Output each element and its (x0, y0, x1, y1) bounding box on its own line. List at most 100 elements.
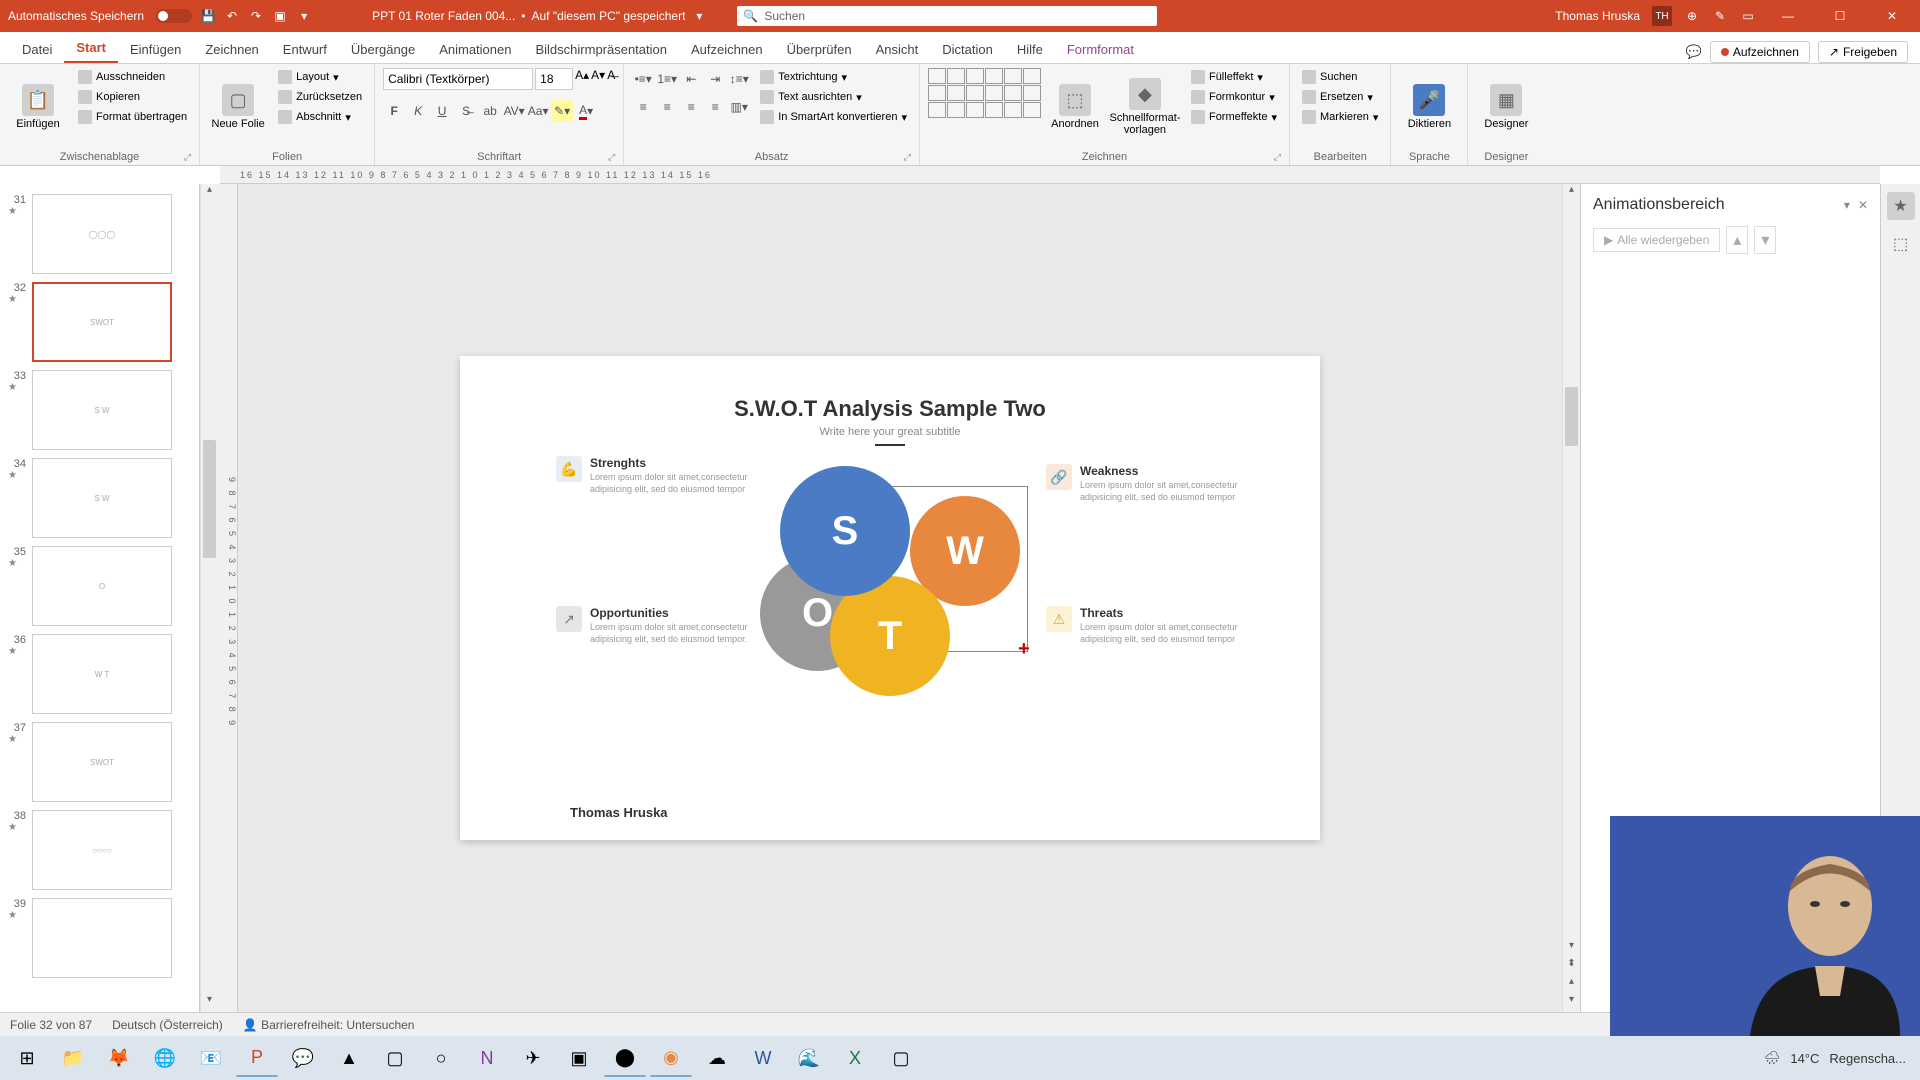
tab-uebergaenge[interactable]: Übergänge (339, 36, 427, 63)
threats-block[interactable]: ⚠ Threats Lorem ipsum dolor sit amet,con… (1080, 606, 1260, 645)
paste-button[interactable]: 📋Einfügen (8, 68, 68, 146)
replace-button[interactable]: Ersetzen ▾ (1298, 88, 1382, 106)
spacing-button[interactable]: AV▾ (503, 100, 525, 122)
strengths-block[interactable]: 💪 Strenghts Lorem ipsum dolor sit amet,c… (590, 456, 770, 495)
accessibility-checker[interactable]: 👤 Barrierefreiheit: Untersuchen (243, 1018, 415, 1032)
word-icon[interactable]: W (742, 1039, 784, 1077)
vlc-icon[interactable]: ▲ (328, 1039, 370, 1077)
indent-dec-button[interactable]: ⇤ (680, 68, 702, 90)
align-text-button[interactable]: Text ausrichten ▾ (756, 88, 911, 106)
dictate-button[interactable]: 🎤Diktieren (1399, 68, 1459, 146)
share-button[interactable]: ↗Freigeben (1818, 41, 1908, 63)
more-icon[interactable]: ▾ (296, 8, 312, 24)
app-icon-7[interactable]: ▢ (880, 1039, 922, 1077)
section-button[interactable]: Abschnitt ▾ (274, 108, 366, 126)
outlook-icon[interactable]: 📧 (190, 1039, 232, 1077)
tab-einfuegen[interactable]: Einfügen (118, 36, 193, 63)
bullets-button[interactable]: •≡▾ (632, 68, 654, 90)
weather-text[interactable]: Regenscha... (1829, 1051, 1906, 1066)
draw-launcher[interactable]: ⤢ (1274, 152, 1281, 163)
tab-entwurf[interactable]: Entwurf (271, 36, 339, 63)
format-painter-button[interactable]: Format übertragen (74, 108, 191, 126)
chrome-icon[interactable]: 🌐 (144, 1039, 186, 1077)
panel-close-icon[interactable]: ✕ (1858, 198, 1868, 212)
arrange-button[interactable]: ⬚Anordnen (1047, 68, 1103, 146)
animation-tab-icon[interactable]: ★ (1887, 192, 1915, 220)
italic-button[interactable]: K (407, 100, 429, 122)
reset-button[interactable]: Zurücksetzen (274, 88, 366, 106)
tab-hilfe[interactable]: Hilfe (1005, 36, 1055, 63)
slide-thumbnail-panel[interactable]: 31★◯◯◯ 32★SWOT 33★S W 34★S W 35★O 36★W T… (0, 184, 200, 1012)
comments-icon[interactable]: 💬 (1686, 44, 1702, 60)
designer-button[interactable]: ▦Designer (1476, 68, 1536, 146)
underline-button[interactable]: U (431, 100, 453, 122)
tab-start[interactable]: Start (64, 34, 118, 63)
thumbs-scrollbar[interactable]: ▴▾ (200, 184, 218, 1012)
text-direction-button[interactable]: Textrichtung ▾ (756, 68, 911, 86)
canvas-scrollbar[interactable]: ▴▾⬍▴▾ (1562, 184, 1580, 1012)
swot-diagram[interactable]: S W O T + (760, 466, 1020, 696)
canvas-area[interactable]: 9 8 7 6 5 4 3 2 1 0 1 2 3 4 5 6 7 8 9 S.… (218, 184, 1562, 1012)
tab-ueberpruefen[interactable]: Überprüfen (775, 36, 864, 63)
align-center-button[interactable]: ≡ (656, 96, 678, 118)
temperature[interactable]: 14°C (1790, 1051, 1819, 1066)
brush-icon[interactable]: ✎ (1712, 8, 1728, 24)
globe-icon[interactable]: ⊕ (1684, 8, 1700, 24)
autosave-toggle[interactable] (156, 9, 192, 23)
firefox-icon[interactable]: 🦊 (98, 1039, 140, 1077)
tab-bildschirmpraesentation[interactable]: Bildschirmpräsentation (523, 36, 679, 63)
bold-button[interactable]: F (383, 100, 405, 122)
chevron-down-icon[interactable]: ▾ (691, 8, 707, 24)
layout-button[interactable]: Layout ▾ (274, 68, 366, 86)
swot-s-circle[interactable]: S (780, 466, 910, 596)
shrink-font-button[interactable]: A▾ (591, 68, 605, 90)
slide-counter[interactable]: Folie 32 von 87 (10, 1018, 92, 1032)
columns-button[interactable]: ▥▾ (728, 96, 750, 118)
line-spacing-button[interactable]: ↕≡▾ (728, 68, 750, 90)
weakness-block[interactable]: 🔗 Weakness Lorem ipsum dolor sit amet,co… (1080, 464, 1260, 503)
present-icon[interactable]: ▣ (272, 8, 288, 24)
font-color-button[interactable]: A▾ (575, 100, 597, 122)
slide-subtitle[interactable]: Write here your great subtitle (520, 426, 1260, 438)
onenote-icon[interactable]: N (466, 1039, 508, 1077)
selection-tab-icon[interactable]: ⬚ (1887, 230, 1915, 258)
user-name[interactable]: Thomas Hruska (1555, 9, 1640, 23)
panel-collapse-icon[interactable]: ▾ (1844, 198, 1850, 212)
tab-ansicht[interactable]: Ansicht (864, 36, 931, 63)
strike-button[interactable]: S̶ (455, 100, 477, 122)
cut-button[interactable]: Ausschneiden (74, 68, 191, 86)
para-launcher[interactable]: ⤢ (904, 152, 911, 163)
highlight-button[interactable]: ✎▾ (551, 100, 573, 122)
shape-outline-button[interactable]: Formkontur ▾ (1187, 88, 1281, 106)
case-button[interactable]: Aa▾ (527, 100, 549, 122)
font-size-input[interactable] (535, 68, 573, 90)
app-icon-6[interactable]: ☁ (696, 1039, 738, 1077)
new-slide-button[interactable]: ▢Neue Folie (208, 68, 268, 146)
justify-button[interactable]: ≡ (704, 96, 726, 118)
excel-icon[interactable]: X (834, 1039, 876, 1077)
smartart-button[interactable]: In SmartArt konvertieren ▾ (756, 108, 911, 126)
tab-animationen[interactable]: Animationen (427, 36, 523, 63)
move-down-button[interactable]: ▾ (1754, 226, 1776, 254)
grow-font-button[interactable]: A▴ (575, 68, 589, 90)
font-launcher[interactable]: ⤢ (608, 152, 615, 163)
search-box[interactable]: 🔍 Suchen (737, 6, 1157, 26)
indent-inc-button[interactable]: ⇥ (704, 68, 726, 90)
shapes-gallery[interactable] (928, 68, 1041, 118)
select-button[interactable]: Markieren ▾ (1298, 108, 1382, 126)
app-icon-1[interactable]: 💬 (282, 1039, 324, 1077)
minimize-button[interactable]: — (1768, 0, 1808, 32)
numbering-button[interactable]: 1≡▾ (656, 68, 678, 90)
undo-icon[interactable]: ↶ (224, 8, 240, 24)
quick-styles-button[interactable]: ◆Schnellformat-vorlagen (1109, 68, 1181, 146)
tab-dictation[interactable]: Dictation (930, 36, 1005, 63)
redo-icon[interactable]: ↷ (248, 8, 264, 24)
align-right-button[interactable]: ≡ (680, 96, 702, 118)
slide-canvas[interactable]: S.W.O.T Analysis Sample Two Write here y… (460, 356, 1320, 840)
weather-icon[interactable]: 🌧 (1764, 1050, 1781, 1066)
move-up-button[interactable]: ▴ (1726, 226, 1748, 254)
maximize-button[interactable]: ☐ (1820, 0, 1860, 32)
author-name[interactable]: Thomas Hruska (570, 805, 668, 820)
edge-icon[interactable]: 🌊 (788, 1039, 830, 1077)
find-button[interactable]: Suchen (1298, 68, 1382, 86)
